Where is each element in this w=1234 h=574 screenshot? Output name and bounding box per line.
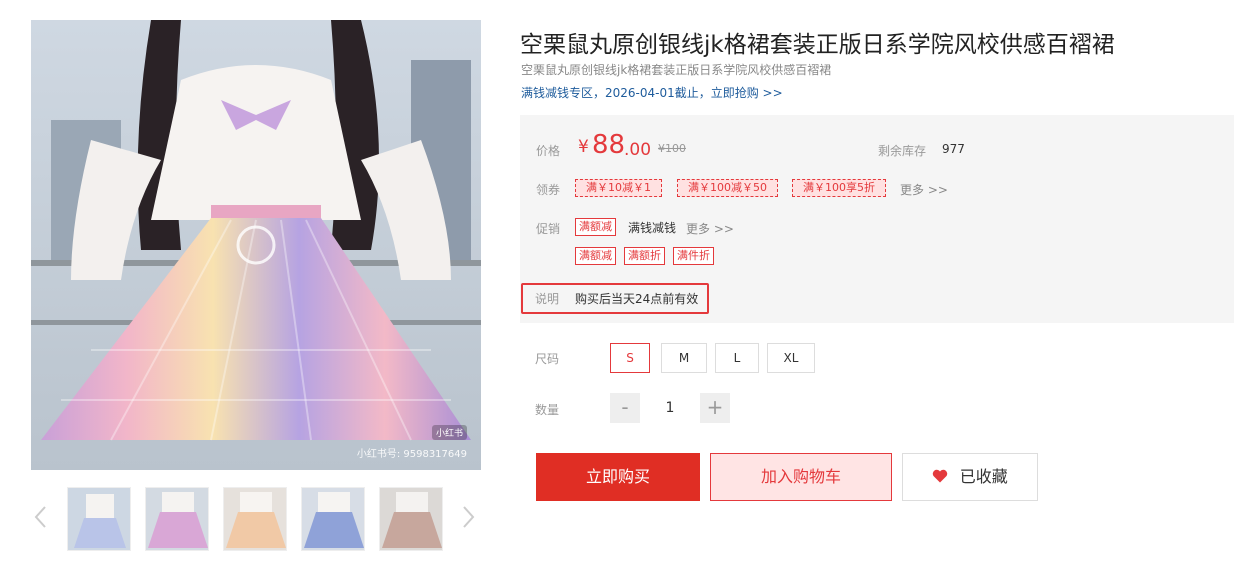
thumbnail-strip [67,487,443,551]
size-option-xl[interactable]: XL [767,343,815,373]
coupon-label: 领券 [536,183,561,197]
price-label: 价格 [536,144,561,158]
size-option-m[interactable]: M [661,343,707,373]
promotion-main-tag: 满额减 [575,218,616,236]
coupon-more-link[interactable]: 更多 >> [900,181,948,198]
thumbnail-5[interactable] [379,487,443,551]
size-option-l[interactable]: L [715,343,759,373]
original-price: ¥100 [658,142,686,155]
heart-icon [932,467,953,487]
watermark-id: 小红书号: 9598317649 [356,449,467,460]
thumbnail-3[interactable] [223,487,287,551]
size-label: 尺码 [535,352,560,366]
chevron-right-icon[interactable] [462,505,476,529]
price-currency: ¥ [578,137,589,157]
favorite-label: 已收藏 [959,467,1008,486]
quantity-value[interactable]: 1 [650,400,690,416]
promotion-tag-2: 满额折 [624,247,665,265]
quantity-increment-button[interactable]: + [700,393,730,423]
promotion-tag-1: 满额减 [575,247,616,265]
add-to-cart-button[interactable]: 加入购物车 [710,453,892,501]
coupon-3[interactable]: 满￥100享5折 [792,179,886,197]
watermark-logo: 小红书 [431,425,467,440]
quantity-label: 数量 [535,403,560,417]
promotion-tag-3: 满件折 [673,247,714,265]
coupon-1[interactable]: 满￥10减￥1 [575,179,662,197]
note-label: 说明 [535,292,560,306]
promotion-more-link[interactable]: 更多 >> [686,220,734,237]
product-subtitle: 空栗鼠丸原创银线jk格裙套装正版日系学院风校供感百褶裙 [521,63,832,77]
promo-link[interactable]: 满钱减钱专区，2026-04-01截止，立即抢购 >> [521,84,783,101]
price-decimal: .00 [624,140,652,160]
price-integer: 88 [592,130,626,160]
size-option-s[interactable]: S [610,343,650,373]
favorite-button[interactable]: 已收藏 [902,453,1038,501]
promotion-text: 满钱减钱 [628,221,677,235]
promotion-label: 促销 [536,222,561,236]
thumbnail-4[interactable] [301,487,365,551]
coupon-2[interactable]: 满￥100减￥50 [677,179,778,197]
chevron-left-icon[interactable] [33,505,47,529]
stock-label: 剩余库存 [878,144,927,158]
note-text: 购买后当天24点前有效 [575,292,699,306]
product-page: 小红书 小红书号: 9598317649 空栗鼠丸原创银线jk格裙套装正版日系学… [0,0,1234,574]
thumbnail-2[interactable] [145,487,209,551]
product-title: 空栗鼠丸原创银线jk格裙套装正版日系学院风校供感百褶裙 [520,32,1115,58]
buy-now-button[interactable]: 立即购买 [536,453,700,501]
thumbnail-1[interactable] [67,487,131,551]
stock-value: 977 [942,142,965,156]
quantity-decrement-button[interactable]: - [610,393,640,423]
main-product-image[interactable]: 小红书 小红书号: 9598317649 [31,20,481,470]
